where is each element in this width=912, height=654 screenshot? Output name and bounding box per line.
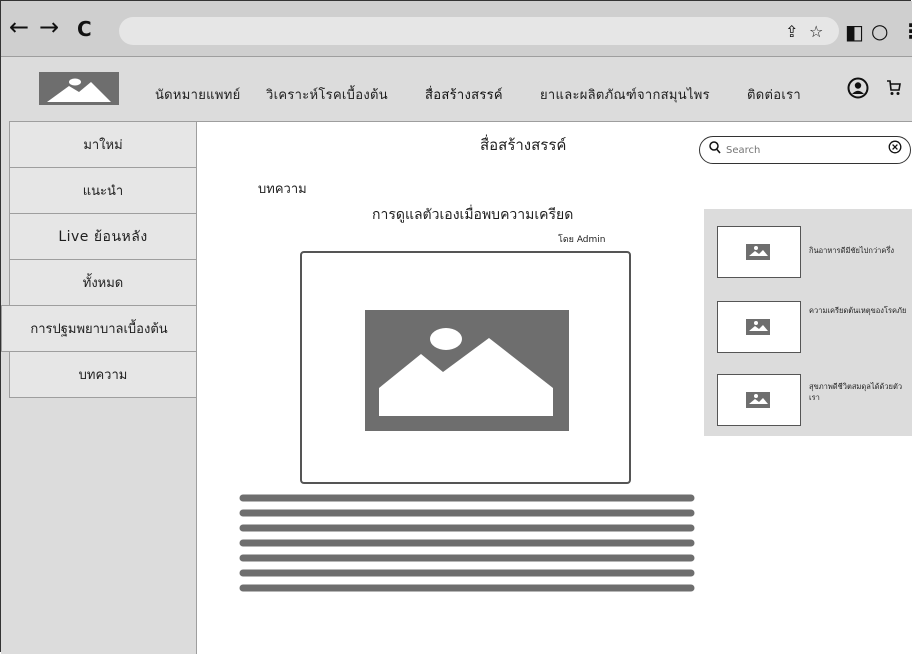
site-header: นัดหมายแพทย์ วิเคราะห์โรคเบื้องต้น สื่อส…	[1, 57, 912, 122]
search-box[interactable]	[699, 136, 911, 164]
nav-herbal-products[interactable]: ยาและผลิตภัณฑ์จากสมุนไพร	[540, 84, 710, 105]
address-bar[interactable]	[119, 17, 839, 45]
nav-diagnosis[interactable]: วิเคราะห์โรคเบื้องต้น	[266, 84, 388, 105]
sidebar: มาใหม่ แนะนำ Live ย้อนหลัง ทั้งหมด การปฐ…	[1, 121, 197, 654]
related-article-item[interactable]: ความเครียดต้นเหตุของโรคภัย	[717, 301, 907, 353]
related-article-title: สุขภาพดีชีวิตสมดุลได้ด้วยตัวเรา	[809, 382, 903, 402]
cart-icon[interactable]	[886, 79, 902, 102]
section-label: บทความ	[258, 182, 307, 197]
kebab-menu-icon[interactable]: ⋮	[901, 19, 912, 43]
search-icon	[709, 141, 721, 159]
profile-circle-icon[interactable]: ○	[871, 19, 888, 43]
forward-icon[interactable]: →	[39, 15, 59, 39]
related-article-title: ความเครียดต้นเหตุของโรคภัย	[809, 306, 907, 315]
related-article-item[interactable]: กินอาหารดีมีชัยไปกว่าครึ่ง	[717, 226, 907, 278]
article-image-placeholder-icon	[365, 310, 569, 431]
bookmark-star-icon[interactable]: ☆	[809, 22, 823, 41]
sidebar-item-label: มาใหม่	[83, 138, 123, 153]
nav-appointment[interactable]: นัดหมายแพทย์	[155, 84, 241, 105]
sidebar-item-all[interactable]: ทั้งหมด	[9, 259, 196, 306]
sidebar-item-label: แนะนำ	[82, 184, 124, 199]
browser-toolbar: ← → C ⇪ ☆ ◧ ○ ⋮	[1, 1, 912, 57]
side-panel-icon[interactable]: ◧	[845, 20, 864, 44]
sidebar-item-live-replay[interactable]: Live ย้อนหลัง	[9, 213, 196, 260]
related-article-item[interactable]: สุขภาพดีชีวิตสมดุลได้ด้วยตัวเรา	[717, 374, 907, 426]
sidebar-item-label: การปฐมพยาบาลเบื้องต้น	[30, 322, 168, 337]
related-articles-panel: กินอาหารดีมีชัยไปกว่าครึ่ง ความเครียดต้น…	[704, 209, 912, 436]
sidebar-item-articles[interactable]: บทความ	[9, 351, 196, 398]
page-title: สื่อสร้างสรรค์	[480, 136, 567, 154]
browser-window: ← → C ⇪ ☆ ◧ ○ ⋮ นัดหมายแพทย์ วิเคราะห์โร…	[0, 0, 912, 654]
sidebar-item-first-aid[interactable]: การปฐมพยาบาลเบื้องต้น	[1, 305, 196, 352]
back-icon[interactable]: ←	[9, 15, 29, 39]
share-icon[interactable]: ⇪	[785, 22, 798, 41]
article-title: การดูแลตัวเองเมื่อพบความเครียด	[372, 207, 574, 223]
logo-image-icon[interactable]	[39, 72, 119, 105]
search-input[interactable]	[724, 141, 878, 159]
article-body-text-lines	[239, 494, 695, 592]
reload-icon[interactable]: C	[77, 17, 92, 41]
nav-contact[interactable]: ติดต่อเรา	[747, 84, 801, 105]
sidebar-item-label: Live ย้อนหลัง	[58, 228, 148, 245]
sidebar-item-label: บทความ	[78, 368, 128, 383]
thumbnail-image-icon	[717, 226, 801, 278]
sidebar-item-new[interactable]: มาใหม่	[9, 121, 196, 168]
user-account-icon[interactable]	[847, 77, 869, 104]
sidebar-item-recommended[interactable]: แนะนำ	[9, 167, 196, 214]
related-article-title: กินอาหารดีมีชัยไปกว่าครึ่ง	[809, 246, 895, 255]
sidebar-item-label: ทั้งหมด	[82, 276, 124, 291]
thumbnail-image-icon	[717, 301, 801, 353]
clear-search-icon[interactable]	[888, 140, 902, 158]
article-byline: โดย Admin	[558, 235, 606, 245]
nav-creative-media[interactable]: สื่อสร้างสรรค์	[425, 84, 503, 105]
thumbnail-image-icon	[717, 374, 801, 426]
